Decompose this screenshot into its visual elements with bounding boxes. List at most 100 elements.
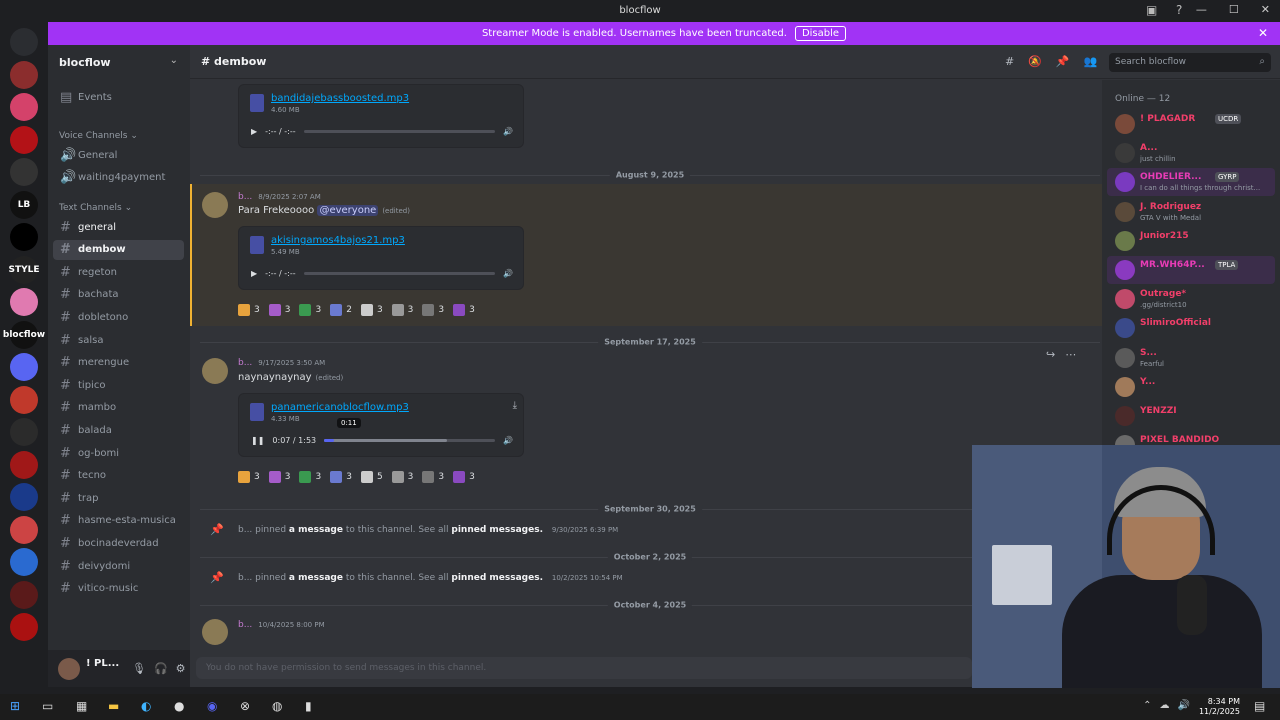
pause-icon[interactable]: ❚❚: [251, 436, 264, 445]
reaction-button[interactable]: 3: [299, 304, 321, 316]
message-link[interactable]: a message: [289, 525, 343, 535]
gear-icon[interactable]: ⚙: [176, 662, 186, 675]
more-icon[interactable]: ⋯: [1065, 348, 1076, 361]
member-item[interactable]: MR.WH64P... TPLA: [1107, 256, 1275, 284]
message-author[interactable]: b... 9/17/2025 3:50 AM: [238, 358, 325, 368]
message-input[interactable]: You do not have permission to send messa…: [196, 657, 972, 679]
members-icon[interactable]: 👥: [1084, 55, 1098, 68]
message-link[interactable]: a message: [289, 573, 343, 583]
notification-icon[interactable]: ▤: [1254, 699, 1265, 713]
network-icon[interactable]: ☁: [1160, 700, 1170, 711]
sidebar-item-mambo[interactable]: # mambo: [53, 398, 184, 418]
system-author[interactable]: b...: [238, 573, 252, 583]
store-icon[interactable]: ▦: [76, 699, 87, 713]
help-icon[interactable]: ?: [1176, 3, 1182, 17]
system-author[interactable]: b...: [238, 525, 252, 535]
inbox-icon[interactable]: ▣: [1146, 3, 1157, 17]
reaction-button[interactable]: 3: [360, 304, 383, 316]
avatar[interactable]: [202, 619, 228, 645]
reaction-button[interactable]: 3: [299, 471, 321, 483]
file-link[interactable]: akisingamos4bajos21.mp3: [271, 235, 405, 246]
reaction-button[interactable]: 3: [422, 471, 444, 483]
file-link[interactable]: panamericanoblocflow.mp3: [271, 402, 409, 413]
volume-icon[interactable]: 🔊: [503, 436, 513, 445]
edge-icon[interactable]: ◐: [141, 699, 151, 713]
user-name[interactable]: ! PL...: [86, 658, 119, 669]
reaction-button[interactable]: 3: [453, 304, 475, 316]
sidebar-item-merengue[interactable]: # merengue: [53, 353, 184, 373]
sidebar-item-dobletono[interactable]: # dobletono: [53, 307, 184, 327]
reaction-button[interactable]: 3: [422, 304, 444, 316]
reaction-button[interactable]: 3: [391, 304, 413, 316]
mute-bell-icon[interactable]: 🔕: [1028, 55, 1042, 68]
close-window-button[interactable]: ✕: [1261, 3, 1270, 16]
reaction-button[interactable]: 2: [330, 304, 352, 316]
reaction-button[interactable]: 3: [330, 471, 352, 483]
member-item[interactable]: Outrage* .gg/district10: [1107, 285, 1275, 313]
events-item[interactable]: ▤ Events: [53, 87, 184, 107]
server-icon[interactable]: [10, 483, 38, 511]
server-icon[interactable]: [10, 93, 38, 121]
pin-icon[interactable]: 📌: [1056, 55, 1070, 68]
app-icon[interactable]: ●: [174, 699, 184, 713]
taskbar-clock[interactable]: 8:34 PM 11/2/2025: [1199, 697, 1240, 717]
voice-channel[interactable]: 🔊 General: [53, 145, 184, 165]
volume-icon[interactable]: 🔊: [503, 127, 513, 136]
member-item[interactable]: SlimiroOfficial: [1107, 314, 1275, 342]
server-icon[interactable]: [10, 418, 38, 446]
server-icon[interactable]: [10, 288, 38, 316]
member-item[interactable]: S... Fearful: [1107, 344, 1275, 372]
server-icon[interactable]: [10, 158, 38, 186]
sidebar-item-bachata[interactable]: # bachata: [53, 285, 184, 305]
sidebar-item-bocinadeverdad[interactable]: # bocinadeverdad: [53, 533, 184, 553]
avatar[interactable]: [202, 358, 228, 384]
text-category[interactable]: Text Channels ⌄: [59, 203, 132, 213]
server-icon[interactable]: [10, 385, 38, 414]
server-icon[interactable]: [10, 515, 38, 544]
server-icon[interactable]: [10, 28, 38, 56]
reaction-button[interactable]: 3: [268, 471, 290, 483]
audio-seek-bar[interactable]: [324, 438, 496, 442]
message-author[interactable]: b... 8/9/2025 2:07 AM: [238, 192, 321, 202]
file-explorer-icon[interactable]: ▬: [108, 699, 119, 713]
sidebar-item-general[interactable]: # general: [53, 217, 184, 237]
server-icon[interactable]: [10, 450, 38, 479]
close-banner-icon[interactable]: ✕: [1258, 26, 1268, 40]
voice-category[interactable]: Voice Channels ⌄: [59, 131, 138, 141]
reaction-button[interactable]: 5: [360, 471, 383, 483]
audio-seek-bar[interactable]: [303, 271, 496, 275]
server-icon[interactable]: [10, 125, 38, 154]
file-link[interactable]: bandidajebassboosted.mp3: [271, 93, 409, 104]
message-author[interactable]: b... 10/4/2025 8:00 PM: [238, 620, 325, 630]
sidebar-item-dembow[interactable]: # dembow: [53, 239, 184, 260]
app-icon[interactable]: ▮: [305, 699, 312, 713]
sidebar-item-hasme-esta-musica[interactable]: # hasme-esta-musica: [53, 511, 184, 531]
audio-seek-bar[interactable]: [303, 129, 496, 133]
server-icon[interactable]: STYLE: [8, 255, 40, 284]
avatar[interactable]: [58, 658, 80, 680]
sidebar-item-salsa[interactable]: # salsa: [53, 330, 184, 350]
server-icon[interactable]: [10, 60, 38, 89]
download-icon[interactable]: ⤓: [513, 400, 517, 411]
server-icon[interactable]: [10, 613, 38, 641]
server-icon[interactable]: LB: [10, 190, 38, 219]
windows-start-icon[interactable]: ⊞: [10, 699, 20, 713]
sidebar-item-balada[interactable]: # balada: [53, 420, 184, 440]
sidebar-item-vitico-music[interactable]: # vitico-music: [53, 579, 184, 599]
server-name[interactable]: blocflow: [59, 56, 111, 69]
member-item[interactable]: YENZZI: [1107, 402, 1275, 430]
server-icon[interactable]: blocflow: [3, 320, 45, 349]
server-icon[interactable]: [10, 580, 38, 609]
xbox-icon[interactable]: ⊗: [240, 699, 250, 713]
server-icon[interactable]: [10, 353, 38, 381]
everyone-mention[interactable]: @everyone: [317, 205, 379, 216]
reaction-button[interactable]: 3: [268, 304, 290, 316]
reaction-button[interactable]: 3: [238, 304, 260, 316]
sidebar-item-tecno[interactable]: # tecno: [53, 466, 184, 486]
threads-icon[interactable]: #: [1005, 55, 1014, 68]
maximize-button[interactable]: ☐: [1229, 3, 1239, 16]
reaction-button[interactable]: 3: [238, 471, 260, 483]
voice-channel[interactable]: 🔊 waiting4payment: [53, 167, 184, 187]
member-item[interactable]: J. Rodriguez GTA V with Medal: [1107, 198, 1275, 226]
sidebar-item-tipico[interactable]: # tipico: [53, 375, 184, 395]
